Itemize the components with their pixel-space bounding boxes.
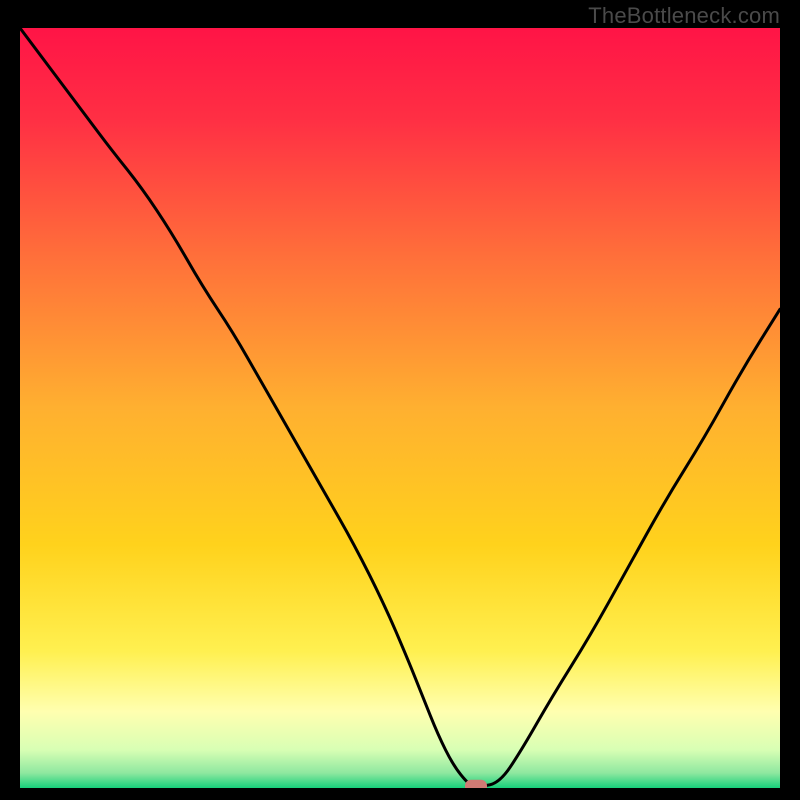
chart-frame: TheBottleneck.com (0, 0, 800, 800)
gradient-background (20, 28, 780, 788)
optimal-marker (465, 780, 487, 788)
watermark-text: TheBottleneck.com (588, 3, 780, 29)
bottleneck-chart (20, 28, 780, 788)
